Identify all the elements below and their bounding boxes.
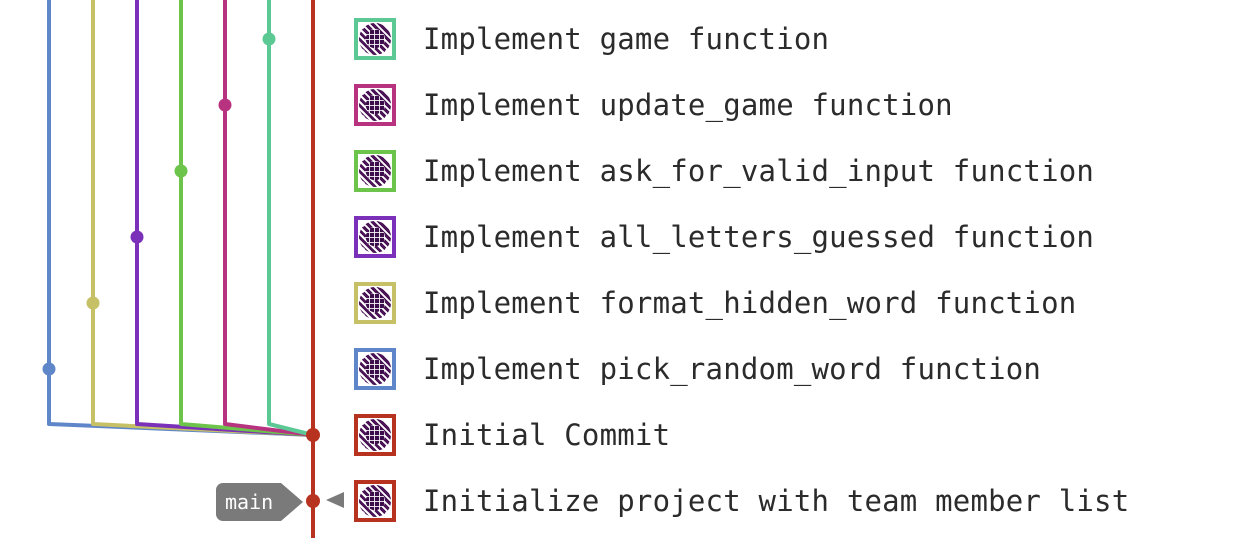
commit-row[interactable]: Initial Commit [354, 410, 670, 460]
head-pointer-icon [326, 492, 344, 508]
avatar-corner-dot [385, 313, 391, 319]
commit-row[interactable]: Implement format_hidden_word function [354, 278, 1076, 328]
commit-message: Initial Commit [423, 418, 671, 452]
avatar-corner-dot [359, 287, 365, 293]
branch-line [179, 0, 314, 437]
avatar-corner-dot [359, 511, 365, 517]
commit-dot [306, 494, 320, 508]
avatar-corner-dot [359, 313, 365, 319]
avatar-corner-dot [385, 115, 391, 121]
avatar-corner-dot [385, 445, 391, 451]
avatar-corner-dot [385, 49, 391, 55]
commit-row[interactable]: Implement ask_for_valid_input function [354, 146, 1094, 196]
author-avatar [354, 18, 396, 60]
commit-row[interactable]: Initialize project with team member list [354, 476, 1129, 526]
avatar-corner-dot [359, 379, 365, 385]
avatar-corner-dot [359, 23, 365, 29]
avatar-corner-dot [359, 221, 365, 227]
branch-tag-label: main [216, 483, 282, 521]
commit-message: Initialize project with team member list [423, 484, 1130, 518]
avatar-corner-dot [359, 155, 365, 161]
avatar-corner-dot [385, 419, 391, 425]
commit-row[interactable]: Implement game function [354, 14, 829, 64]
avatar-corner-dot [385, 247, 391, 253]
avatar-corner-dot [359, 115, 365, 121]
author-avatar [354, 150, 396, 192]
avatar-corner-dot [385, 353, 391, 359]
avatar-corner-dot [359, 419, 365, 425]
commit-message: Implement game function [423, 22, 830, 56]
commit-dot [218, 98, 232, 112]
commit-message: Implement format_hidden_word function [423, 286, 1077, 320]
avatar-corner-dot [385, 155, 391, 161]
commit-row[interactable]: Implement all_letters_guessed function [354, 212, 1094, 262]
avatar-corner-dot [385, 485, 391, 491]
author-avatar [354, 348, 396, 390]
author-avatar [354, 216, 396, 258]
avatar-corner-dot [359, 353, 365, 359]
commit-row[interactable]: Implement update_game function [354, 80, 953, 130]
commit-dot [174, 164, 188, 178]
branch-line [267, 0, 314, 437]
avatar-corner-dot [359, 485, 365, 491]
commit-dot [86, 296, 100, 310]
commit-dot [262, 32, 276, 46]
author-avatar [354, 414, 396, 456]
commit-message: Implement update_game function [423, 88, 953, 122]
branch-tag-main[interactable]: main [216, 483, 304, 521]
commit-row[interactable]: Implement pick_random_word function [354, 344, 1041, 394]
branch-tag-arrow [281, 483, 304, 521]
commit-dot [130, 230, 144, 244]
commit-message: Implement ask_for_valid_input function [423, 154, 1095, 188]
author-avatar [354, 84, 396, 126]
avatar-corner-dot [385, 23, 391, 29]
avatar-corner-dot [359, 89, 365, 95]
avatar-corner-dot [385, 181, 391, 187]
branch-line [91, 0, 314, 437]
avatar-corner-dot [385, 89, 391, 95]
avatar-corner-dot [359, 181, 365, 187]
avatar-corner-dot [359, 49, 365, 55]
avatar-corner-dot [359, 247, 365, 253]
commit-dot [42, 362, 56, 376]
author-avatar [354, 282, 396, 324]
author-avatar [354, 480, 396, 522]
avatar-corner-dot [359, 445, 365, 451]
avatar-corner-dot [385, 511, 391, 517]
commit-dot [306, 428, 320, 442]
avatar-corner-dot [385, 379, 391, 385]
avatar-corner-dot [385, 221, 391, 227]
avatar-corner-dot [385, 287, 391, 293]
commit-message: Implement all_letters_guessed function [423, 220, 1095, 254]
commit-message: Implement pick_random_word function [423, 352, 1042, 386]
